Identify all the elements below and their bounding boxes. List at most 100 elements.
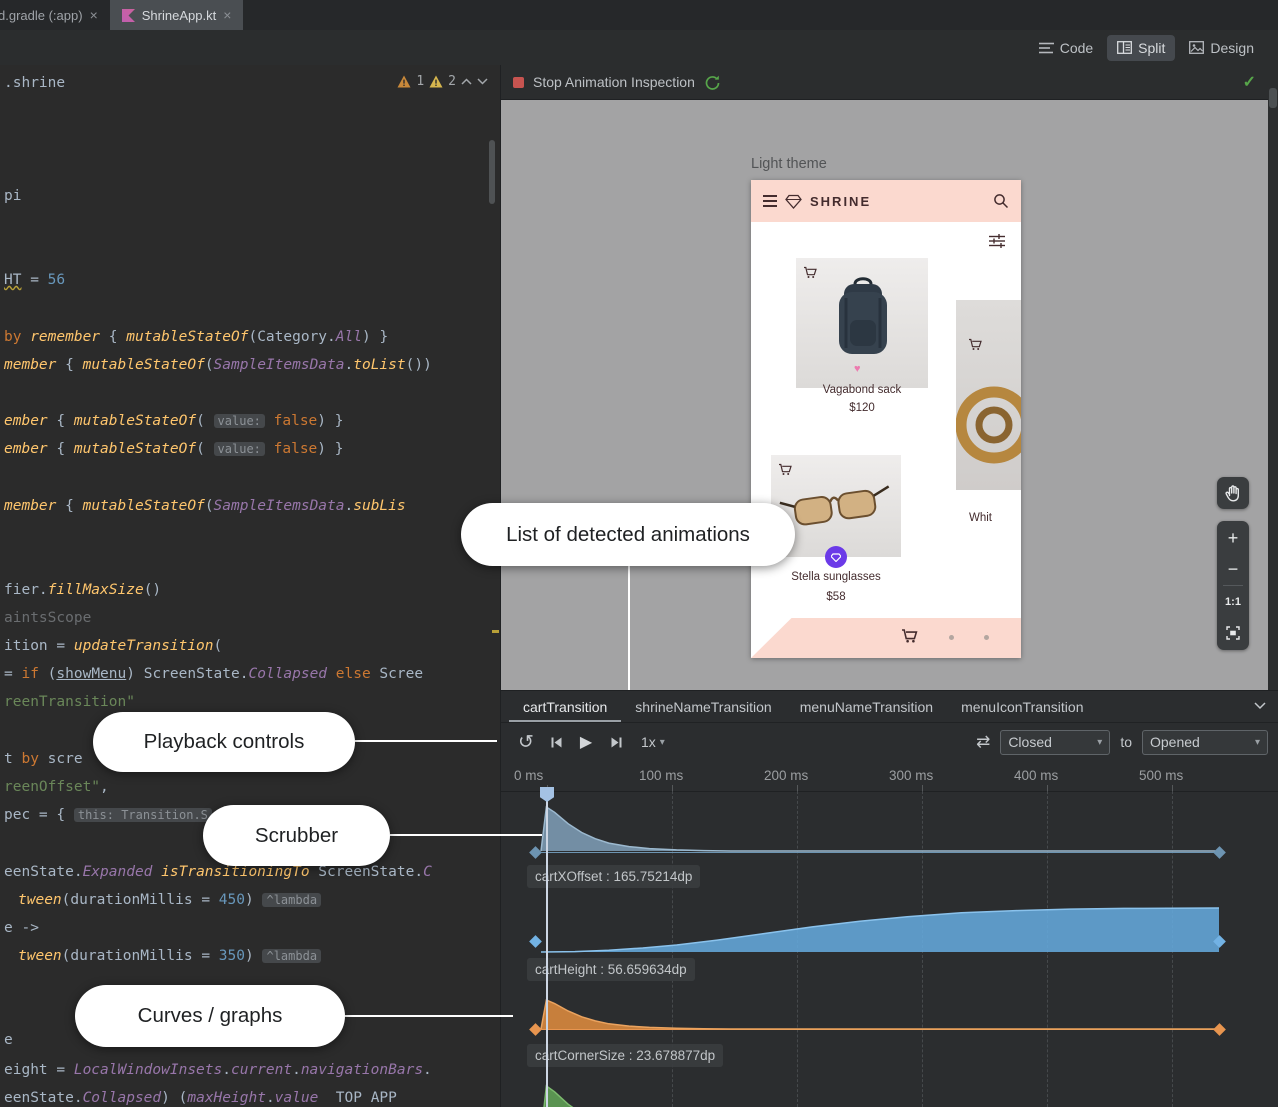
code-line: HT = 56: [4, 271, 65, 290]
code-line: e ->: [4, 919, 39, 938]
product-image-belt: [956, 300, 1021, 490]
page-dot: [984, 635, 989, 640]
product-name: Whit: [969, 512, 1021, 524]
editor-mode-bar: Code Split Design: [0, 30, 1278, 65]
add-to-cart-icon: [778, 463, 792, 476]
curve-value-label: cartXOffset : 165.75214dp: [527, 865, 700, 888]
curve-cartHeight: [541, 907, 1219, 953]
code-line: ition = updateTransition(: [4, 637, 222, 656]
editor-scrollbar[interactable]: [489, 140, 495, 204]
new-badge-icon: [825, 546, 847, 568]
callout-playback-controls: Playback controls: [93, 712, 355, 772]
callout-detected-animations: List of detected animations: [461, 503, 795, 566]
code-line: reenTransition": [4, 693, 135, 712]
code-line: tween(durationMillis = 350) ^lambda: [18, 947, 321, 966]
pan-tool-button[interactable]: [1217, 477, 1249, 509]
code-line: by remember { mutableStateOf(Category.Al…: [4, 328, 388, 347]
mode-label: Split: [1138, 40, 1165, 56]
keyframe-diamond: [529, 935, 542, 948]
right-gutter: [1268, 65, 1278, 690]
preview-canvas: Light theme SHRINE: [500, 100, 1268, 690]
zoom-in-button[interactable]: +: [1217, 523, 1249, 554]
mode-design[interactable]: Design: [1179, 35, 1264, 61]
stop-icon: [513, 77, 524, 88]
android-studio-window: d.gradle (:app) × ShrineApp.kt × Code: [0, 0, 1278, 1107]
code-line: eenState.Collapsed) (maxHeight.value TOP…: [4, 1089, 397, 1107]
callout-pointer-line: [628, 566, 630, 690]
curves-area: cartXOffset : 165.75214dp cartHeight : 56…: [501, 691, 1278, 1107]
curve-value-label: cartHeight : 56.659634dp: [527, 958, 695, 981]
animation-preview-toolbar: Stop Animation Inspection ✓: [500, 65, 1268, 100]
shrine-app-preview: SHRINE: [751, 180, 1021, 658]
product-image-vagabond-sack: ♥: [796, 258, 928, 388]
product-name: Vagabond sack: [796, 384, 928, 396]
code-line: tween(durationMillis = 450) ^lambda: [18, 891, 321, 910]
code-line: pec = { this: Transition.S: [4, 806, 212, 825]
inspection-widget[interactable]: 1 2: [397, 74, 488, 89]
shrine-logo-icon: [785, 193, 802, 209]
theme-label: Light theme: [751, 156, 827, 172]
weak-warning-icon: [429, 75, 443, 88]
tab-label: ShrineApp.kt: [142, 8, 216, 23]
callout-pointer-line: [355, 740, 497, 742]
add-to-cart-icon: [803, 266, 817, 279]
chevron-down-icon[interactable]: [477, 78, 488, 85]
mode-label: Design: [1210, 40, 1254, 56]
callout-scrubber: Scrubber: [203, 805, 390, 866]
product-price: $120: [796, 402, 928, 414]
fit-screen-icon: [1226, 626, 1240, 640]
status-check-icon: ✓: [1243, 72, 1256, 92]
belt-photo: [956, 300, 1021, 490]
zoom-100-button[interactable]: 1:1: [1217, 586, 1249, 617]
callout-pointer-line: [390, 834, 542, 836]
filter-icon: [989, 234, 1005, 248]
add-to-cart-icon: [968, 338, 982, 351]
warning-count: 2: [448, 74, 456, 89]
refresh-icon[interactable]: [704, 74, 720, 90]
tab-shrineapp[interactable]: ShrineApp.kt ×: [110, 0, 244, 30]
stop-animation-inspection-button[interactable]: Stop Animation Inspection: [533, 74, 695, 90]
product-name: Stella sunglasses: [771, 571, 901, 583]
file-tab-bar: d.gradle (:app) × ShrineApp.kt ×: [0, 0, 1278, 31]
mode-split[interactable]: Split: [1107, 35, 1175, 61]
shrine-brand: SHRINE: [810, 194, 871, 209]
code-line: ember { mutableStateOf( value: false) }: [4, 440, 344, 459]
zoom-controls: + − 1:1: [1217, 521, 1249, 650]
close-icon[interactable]: ×: [90, 8, 98, 22]
warning-stripe-mark: [492, 630, 499, 633]
code-line: = if (showMenu) ScreenState.Collapsed el…: [4, 665, 423, 684]
code-line: reenOffset",: [4, 778, 109, 797]
code-line: t by scre: [4, 750, 83, 769]
tab-build-gradle[interactable]: d.gradle (:app) ×: [0, 0, 110, 30]
chevron-up-icon[interactable]: [461, 78, 472, 85]
code-line: ember { mutableStateOf( value: false) }: [4, 412, 344, 431]
code-line: pi: [4, 187, 21, 206]
tab-label: d.gradle (:app): [0, 8, 83, 23]
animation-timeline-panel: cartTransitionshrineNameTransitionmenuNa…: [500, 690, 1278, 1107]
code-editor[interactable]: 1 2 .shrinepiHT = 56by remember { mutabl…: [0, 65, 500, 1107]
close-icon[interactable]: ×: [223, 8, 231, 22]
code-line: fier.fillMaxSize(): [4, 581, 161, 600]
gutter-thumb: [1269, 88, 1277, 108]
product-price: $58: [771, 591, 901, 603]
code-line: aintsScope: [4, 609, 91, 628]
zoom-to-fit-button[interactable]: [1217, 617, 1249, 648]
zoom-out-button[interactable]: −: [1217, 554, 1249, 585]
code-icon: [1039, 42, 1054, 54]
warning-icon: [397, 75, 411, 88]
mode-code[interactable]: Code: [1029, 35, 1103, 61]
hand-icon: [1223, 483, 1243, 503]
keyframe-diamond: [529, 1023, 542, 1036]
code-line: member { mutableStateOf(SampleItemsData.…: [4, 497, 406, 516]
shrine-cart-bar: [751, 618, 1021, 658]
cart-icon: [901, 628, 918, 644]
warning-count: 1: [416, 74, 424, 89]
keyframe-diamond: [529, 846, 542, 859]
callout-curves-graphs: Curves / graphs: [75, 985, 345, 1047]
code-line: member { mutableStateOf(SampleItemsData.…: [4, 356, 432, 375]
code-line: eenState.Expanded isTransitioningTo Scre…: [4, 863, 432, 882]
page-dot: [949, 635, 954, 640]
mode-label: Code: [1060, 40, 1093, 56]
keyframe-track-line: [541, 852, 1219, 853]
code-line: eight = LocalWindowInsets.current.naviga…: [4, 1061, 432, 1080]
